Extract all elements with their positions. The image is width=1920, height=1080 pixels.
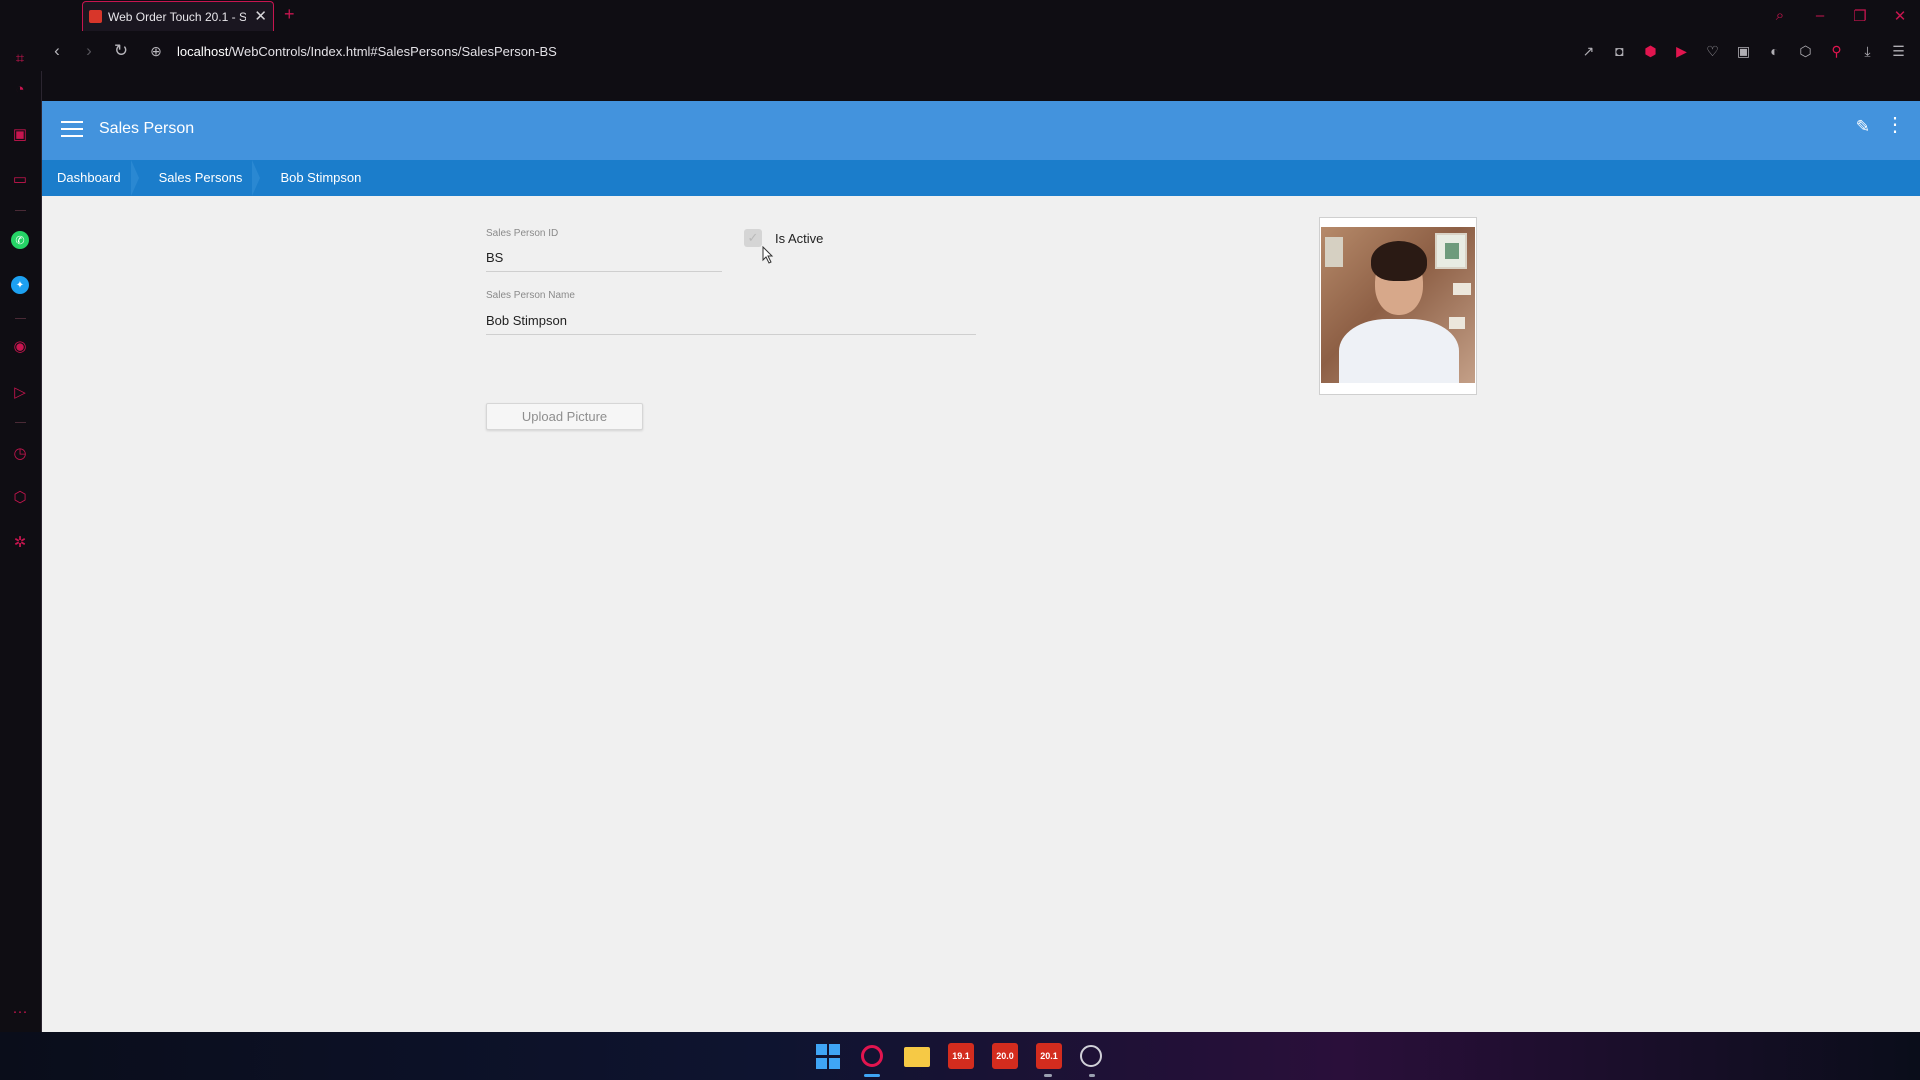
- is-active-checkbox[interactable]: ✓: [744, 229, 762, 247]
- easy-setup-icon[interactable]: ☰: [1883, 43, 1914, 60]
- close-window-icon[interactable]: ✕: [1880, 7, 1920, 25]
- browser-toolbar: ‹ › ↻ ⊕ localhost/WebControls/Index.html…: [41, 31, 1920, 71]
- app-header: Sales Person ✎ ⋮: [42, 101, 1920, 160]
- address-bar[interactable]: localhost/WebControls/Index.html#SalesPe…: [177, 44, 777, 59]
- sales-person-id-label: Sales Person ID: [486, 228, 559, 239]
- app-20-1-icon[interactable]: 20.1: [1036, 1043, 1062, 1069]
- breadcrumb-dashboard[interactable]: Dashboard: [42, 160, 139, 196]
- url-host: localhost: [177, 43, 229, 59]
- back-icon[interactable]: ‹: [41, 41, 73, 61]
- gamepad-icon[interactable]: ⌗: [8, 46, 32, 70]
- portrait-image: [1321, 227, 1475, 383]
- twitch-icon[interactable]: ▭: [8, 167, 32, 191]
- sidebar-divider: [15, 210, 26, 211]
- file-explorer-icon[interactable]: [904, 1047, 930, 1067]
- player-icon[interactable]: ◉: [8, 334, 32, 358]
- edit-icon[interactable]: ✎: [1856, 117, 1870, 137]
- opera-icon[interactable]: [861, 1045, 883, 1067]
- browser-sidebar: ⌗ ◔ ▣ ▭ ✆ ✦ ◉ ▷ ◷ ⬡ ✲ ···: [0, 0, 41, 1032]
- web-page: Sales Person ✎ ⋮ Dashboard Sales Persons…: [41, 71, 1920, 1032]
- window-controls: ⌕ – ❐ ✕: [1760, 0, 1920, 31]
- breadcrumb-sales-persons[interactable]: Sales Persons: [137, 160, 261, 196]
- app-20-0-icon[interactable]: 20.0: [992, 1043, 1018, 1069]
- sidebar-divider: [15, 422, 26, 423]
- breadcrumb-label: Bob Stimpson: [280, 170, 362, 185]
- windows-taskbar: 19.1 20.0 20.1: [0, 1032, 1920, 1080]
- tab-strip: Web Order Touch 20.1 - Sa ✕ + ⌕ – ❐ ✕: [0, 0, 1920, 31]
- extensions-icon[interactable]: ⬡: [8, 485, 32, 509]
- url-path: /WebControls/Index.html#SalesPersons/Sal…: [228, 43, 557, 59]
- tab-favicon-icon: [89, 10, 102, 23]
- windows-start-icon[interactable]: [815, 1043, 841, 1069]
- extension-badge-icon[interactable]: ▣: [1728, 43, 1759, 60]
- reload-icon[interactable]: ↻: [105, 41, 137, 61]
- breadcrumb: Dashboard Sales Persons Bob Stimpson: [42, 160, 1920, 196]
- settings-app-icon[interactable]: [1080, 1045, 1102, 1067]
- shopping-bag-icon[interactable]: ▣: [8, 122, 32, 146]
- download-icon[interactable]: ⤓: [1852, 43, 1883, 60]
- sidebar-divider: [15, 318, 26, 319]
- history-icon[interactable]: ◷: [8, 441, 32, 465]
- breadcrumb-label: Sales Persons: [158, 170, 243, 185]
- sales-person-form: Sales Person ID BS ✓ Is Active Sales Per…: [42, 196, 1920, 1032]
- is-active-label: Is Active: [775, 231, 824, 246]
- vpn-icon[interactable]: ◐: [1759, 43, 1790, 59]
- sales-person-name-label: Sales Person Name: [486, 290, 575, 301]
- active-app-indicator: [864, 1074, 880, 1077]
- open-app-indicator: [1089, 1074, 1095, 1077]
- settings-icon[interactable]: ✲: [8, 530, 32, 554]
- upload-picture-button[interactable]: Upload Picture: [486, 403, 643, 430]
- sales-person-photo: [1319, 217, 1477, 395]
- breadcrumb-current: Bob Stimpson: [258, 160, 377, 196]
- breadcrumb-label: Dashboard: [57, 170, 121, 185]
- speed-dial-icon[interactable]: ◔: [8, 77, 32, 101]
- sales-person-id-field[interactable]: BS: [486, 250, 722, 272]
- whatsapp-icon[interactable]: ✆: [11, 231, 29, 249]
- mouse-cursor-icon: [762, 246, 774, 264]
- share-icon[interactable]: ↗: [1573, 43, 1604, 60]
- browser-tab[interactable]: Web Order Touch 20.1 - Sa ✕: [82, 1, 274, 31]
- app-19-1-icon[interactable]: 19.1: [948, 1043, 974, 1069]
- restore-icon[interactable]: ❐: [1840, 7, 1880, 25]
- menu-icon[interactable]: [61, 121, 83, 137]
- tab-title: Web Order Touch 20.1 - Sa: [108, 9, 247, 24]
- forward-icon[interactable]: ›: [73, 41, 105, 61]
- new-tab-icon[interactable]: +: [284, 4, 295, 25]
- profile-icon[interactable]: ⚲: [1821, 43, 1852, 60]
- heart-icon[interactable]: ♡: [1697, 43, 1728, 60]
- page-top-band: [42, 71, 1920, 101]
- twitter-icon[interactable]: ✦: [11, 276, 29, 294]
- shield-icon[interactable]: ⬢: [1635, 43, 1666, 60]
- open-app-indicator: [1044, 1074, 1052, 1077]
- more-vert-icon[interactable]: ⋮: [1885, 115, 1905, 135]
- site-info-icon[interactable]: ⊕: [143, 43, 169, 60]
- close-tab-icon[interactable]: ✕: [254, 9, 267, 24]
- cube-icon[interactable]: ⬡: [1790, 43, 1821, 60]
- minimize-icon[interactable]: –: [1800, 7, 1840, 24]
- play-icon[interactable]: ▶: [1666, 43, 1697, 60]
- more-options-icon[interactable]: ···: [8, 999, 32, 1023]
- breadcrumb-separator-icon: [252, 160, 264, 196]
- search-tabs-icon[interactable]: ⌕: [1760, 7, 1800, 24]
- page-title: Sales Person: [99, 120, 195, 137]
- camera-icon[interactable]: ◘: [1604, 43, 1635, 59]
- sales-person-name-field[interactable]: Bob Stimpson: [486, 313, 976, 335]
- extension-toolbar: ↗ ◘ ⬢ ▶ ♡ ▣ ◐ ⬡ ⚲ ⤓ ☰: [1573, 31, 1914, 71]
- send-icon[interactable]: ▷: [8, 380, 32, 404]
- breadcrumb-separator-icon: [130, 160, 143, 196]
